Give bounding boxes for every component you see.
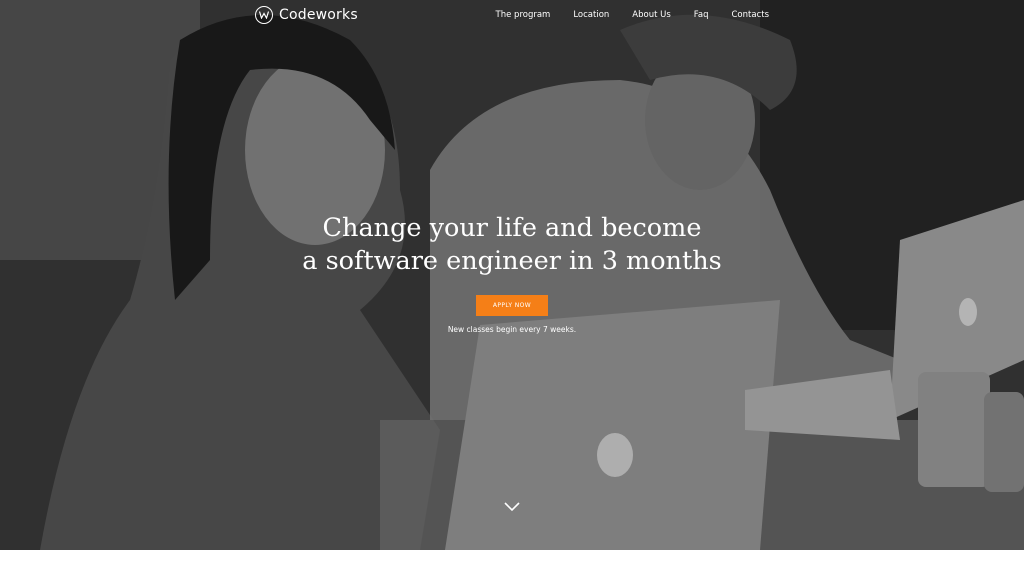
nav-link-location[interactable]: Location (573, 10, 609, 20)
headline-line-1: Change your life and become (322, 213, 702, 243)
w-circle-icon (255, 6, 273, 24)
headline-line-2: a software engineer in 3 months (302, 246, 722, 276)
hero-headline: Change your life and become a software e… (0, 212, 1024, 278)
top-navigation: Codeworks The program Location About Us … (0, 0, 1024, 32)
nav-link-the-program[interactable]: The program (496, 10, 551, 20)
nav-link-contacts[interactable]: Contacts (732, 10, 770, 20)
brand-name: Codeworks (279, 7, 358, 23)
apply-now-button[interactable]: APPLY NOW (476, 295, 548, 316)
chevron-down-icon[interactable] (503, 500, 521, 514)
nav-menu: The program Location About Us Faq Contac… (473, 10, 769, 20)
nav-link-about-us[interactable]: About Us (632, 10, 670, 20)
hero-section: Codeworks The program Location About Us … (0, 0, 1024, 550)
hero-subtext: New classes begin every 7 weeks. (447, 325, 577, 334)
nav-link-faq[interactable]: Faq (694, 10, 709, 20)
brand-logo[interactable]: Codeworks (255, 6, 358, 24)
